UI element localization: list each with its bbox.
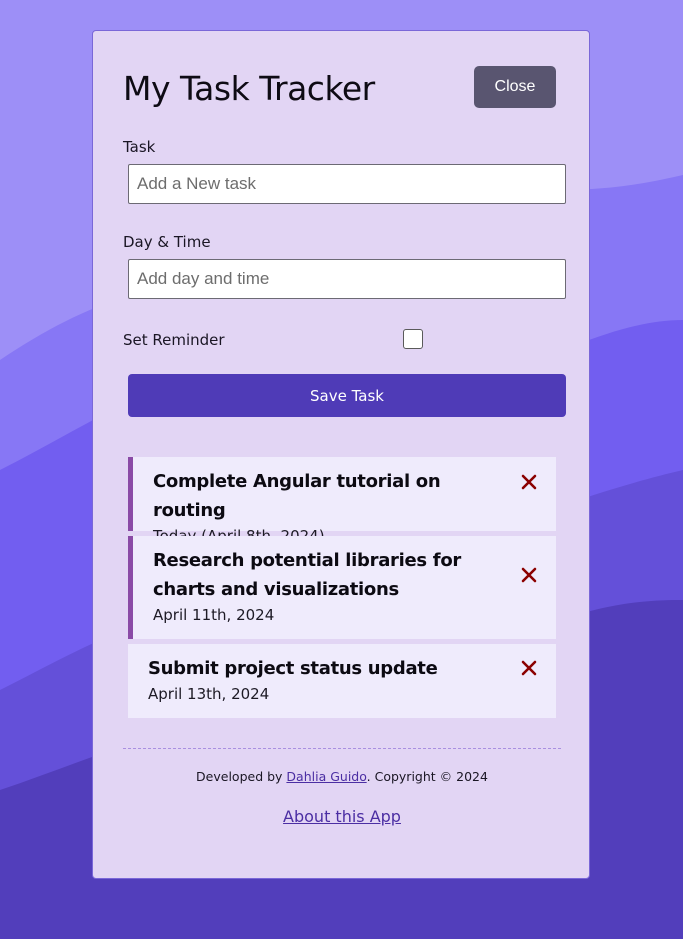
developed-by-text: Developed by — [196, 769, 287, 784]
reminder-checkbox[interactable] — [403, 329, 423, 349]
day-time-label: Day & Time — [123, 233, 211, 251]
task-day: April 11th, 2024 — [153, 606, 275, 624]
task-title: Complete Angular tutorial on routing — [153, 471, 441, 521]
reminder-label: Set Reminder — [123, 331, 225, 349]
task-day: April 13th, 2024 — [148, 685, 270, 703]
task-input[interactable] — [128, 164, 566, 204]
header: My Task Tracker Close — [123, 65, 557, 111]
task-item[interactable]: Research potential libraries for charts … — [128, 536, 556, 639]
footer-divider — [123, 748, 561, 749]
task-list: Complete Angular tutorial on routing Tod… — [128, 457, 556, 723]
task-title: Submit project status update — [148, 658, 438, 679]
day-time-input[interactable] — [128, 259, 566, 299]
copyright-text: . Copyright © 2024 — [366, 769, 488, 784]
app-title: My Task Tracker — [123, 69, 375, 108]
save-task-button[interactable]: Save Task — [128, 374, 566, 417]
task-tracker-card: My Task Tracker Close Task Day & Time Se… — [92, 30, 590, 879]
close-button[interactable]: Close — [474, 66, 556, 108]
task-item[interactable]: Complete Angular tutorial on routing Tod… — [128, 457, 556, 545]
task-title: Research potential libraries for charts … — [153, 550, 461, 600]
author-link[interactable]: Dahlia Guido — [286, 769, 366, 784]
task-label: Task — [123, 138, 156, 156]
close-x-icon[interactable] — [520, 659, 538, 677]
about-link[interactable]: About this App — [93, 807, 591, 826]
footer-credits: Developed by Dahlia Guido. Copyright © 2… — [93, 769, 591, 784]
task-item[interactable]: Submit project status update April 13th,… — [128, 644, 556, 718]
close-x-icon[interactable] — [520, 566, 538, 584]
close-x-icon[interactable] — [520, 473, 538, 491]
